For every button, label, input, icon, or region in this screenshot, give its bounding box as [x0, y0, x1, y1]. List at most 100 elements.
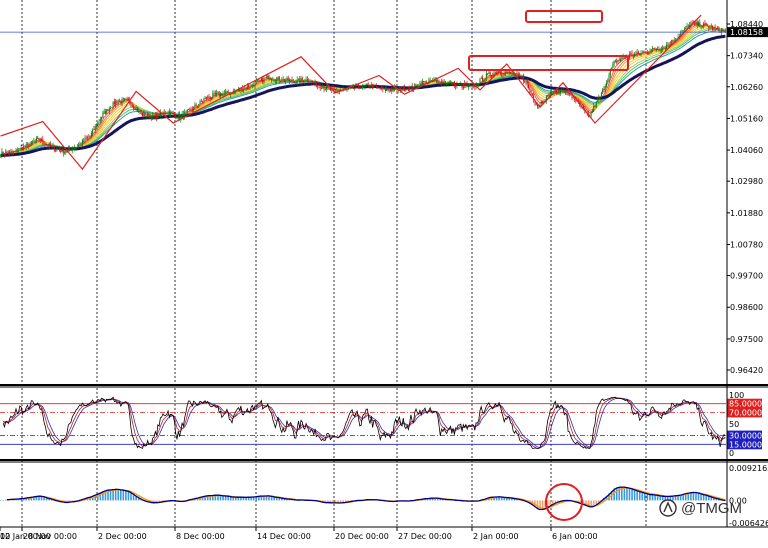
- candle-body: [53, 146, 55, 151]
- time-tick-label: 8 Dec 00:00: [176, 532, 225, 541]
- candle-body: [21, 147, 23, 151]
- candle-body: [559, 90, 561, 93]
- candle: [524, 79, 526, 84]
- candle: [121, 97, 123, 107]
- macd-histogram-bar: [119, 490, 122, 501]
- candle-body: [381, 87, 383, 89]
- candle: [287, 75, 289, 82]
- macd-histogram-bar: [644, 493, 646, 501]
- candle-body: [409, 87, 411, 91]
- candle-body: [158, 114, 160, 117]
- candle-body: [88, 136, 90, 138]
- candle: [645, 51, 647, 54]
- candle: [392, 87, 394, 93]
- candle-body: [304, 81, 306, 83]
- candle-body: [217, 92, 219, 94]
- candle: [487, 73, 489, 76]
- candle: [460, 81, 462, 86]
- candle: [404, 84, 406, 92]
- candle: [453, 80, 455, 89]
- candle-body: [335, 89, 337, 91]
- time-tick-label: 27 Dec 00:00: [398, 532, 452, 541]
- candle-body: [374, 85, 376, 86]
- candle: [16, 147, 18, 154]
- candle-body: [639, 53, 641, 55]
- candle: [416, 84, 418, 87]
- candle-body: [133, 105, 135, 109]
- candle-body: [563, 92, 565, 94]
- candle-body: [20, 147, 22, 149]
- candle: [649, 48, 651, 55]
- candle-body: [30, 141, 32, 144]
- macd-histogram-bar: [227, 496, 229, 501]
- candle-body: [441, 81, 443, 84]
- candle-body: [635, 53, 637, 55]
- candle: [658, 46, 660, 52]
- candle: [659, 47, 661, 54]
- candle: [616, 58, 618, 65]
- candle-body: [173, 114, 175, 115]
- candle-body: [663, 47, 665, 48]
- candle: [37, 135, 39, 140]
- candle: [276, 76, 278, 85]
- candle-body: [154, 114, 156, 118]
- candle: [451, 81, 453, 85]
- candle-body: [23, 146, 25, 150]
- candle: [294, 81, 296, 84]
- candle-body: [442, 81, 444, 84]
- candle: [494, 71, 496, 75]
- candle-body: [227, 91, 229, 94]
- candle-body: [308, 81, 310, 83]
- candle-body: [493, 73, 495, 76]
- candle: [308, 78, 310, 84]
- candle-body: [412, 88, 414, 89]
- candle-body: [660, 49, 662, 51]
- candle: [364, 84, 366, 90]
- candle: [81, 138, 83, 148]
- candle: [517, 72, 519, 76]
- candle-body: [392, 89, 394, 91]
- candle-body: [373, 84, 375, 88]
- candle-body: [186, 109, 188, 112]
- candle-body: [172, 112, 174, 114]
- macd-histogram-bar: [661, 496, 664, 501]
- candle-body: [202, 100, 204, 102]
- candle-body: [84, 138, 86, 141]
- candle-body: [480, 78, 482, 79]
- candle-body: [120, 100, 122, 103]
- candle-body: [492, 75, 494, 77]
- candle: [372, 83, 374, 90]
- candle: [259, 79, 261, 82]
- candle: [363, 84, 365, 89]
- candle-body: [124, 99, 126, 100]
- candle-body: [262, 78, 264, 83]
- candle: [701, 25, 703, 28]
- macd-histogram-bar: [649, 494, 651, 501]
- candle-body: [144, 113, 146, 117]
- candle: [558, 89, 560, 96]
- candle: [706, 23, 708, 27]
- candle-body: [48, 143, 50, 146]
- candle: [354, 87, 356, 91]
- candle: [182, 110, 184, 121]
- macd-histogram-bar: [117, 489, 120, 501]
- candle-body: [401, 89, 403, 92]
- candle: [644, 50, 646, 54]
- candle-body: [700, 26, 702, 28]
- candle: [15, 148, 17, 154]
- candle: [710, 23, 712, 29]
- candle-body: [359, 87, 361, 89]
- candle-body: [696, 21, 698, 26]
- candle: [142, 112, 144, 117]
- candle-body: [246, 85, 248, 90]
- candle-body: [375, 85, 377, 87]
- candle-body: [212, 93, 214, 97]
- candle-body: [668, 43, 670, 46]
- candle-body: [455, 83, 457, 87]
- candle-body: [313, 82, 315, 84]
- candle-body: [196, 105, 198, 107]
- candle-body: [529, 87, 531, 90]
- candle: [296, 76, 298, 86]
- candle-body: [221, 93, 223, 96]
- candle: [607, 78, 609, 85]
